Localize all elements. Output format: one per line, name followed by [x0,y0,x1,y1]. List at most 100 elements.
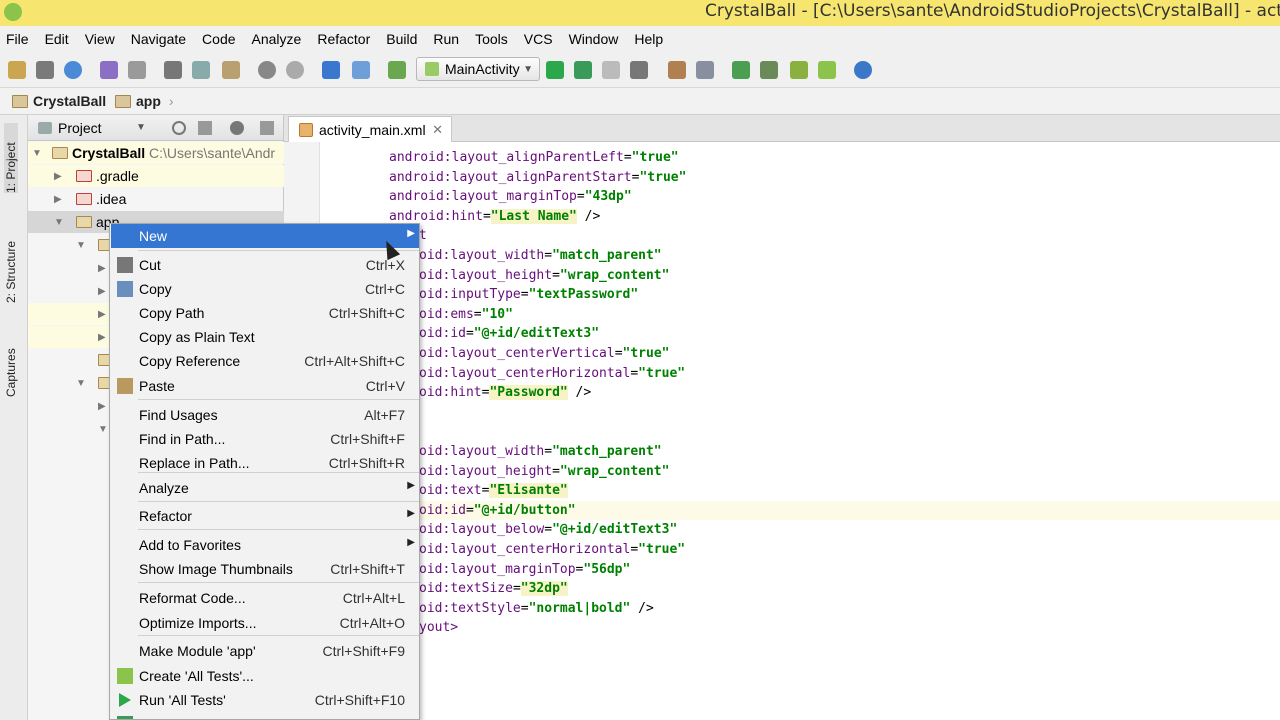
menu-item-replace-in-path[interactable]: Replace in Path... Ctrl+Shift+R [111,451,419,475]
open-folder-icon[interactable] [8,61,26,79]
menu-item-copy-as-plain-text[interactable]: Copy as Plain Text [111,325,419,349]
collapse-all-icon[interactable] [198,121,212,135]
chevron-down-icon[interactable]: ▼ [76,240,86,251]
help-icon[interactable] [854,61,872,79]
menu-item-find-usages[interactable]: Find Usages Alt+F7 [111,403,419,427]
editor: activity_main.xml ✕ android:layout_align… [284,115,1280,720]
chevron-down-icon[interactable]: ▼ [136,122,146,133]
menu-navigate[interactable]: Navigate [123,31,194,47]
menu-separator [138,399,419,400]
menu-item-new[interactable]: New ▶ [111,224,419,248]
run-configuration-select[interactable]: MainActivity ▼ [416,57,540,81]
menu-item-create-all-tests[interactable]: Create 'All Tests'... [111,664,419,688]
avd-manager-icon[interactable] [760,61,778,79]
menu-run[interactable]: Run [425,31,467,47]
tree-item-root[interactable]: ▼ CrystalBall C:\Users\sante\Andr [28,142,284,164]
hide-panel-icon[interactable] [260,121,274,135]
stop-icon[interactable] [630,61,648,79]
menu-window[interactable]: Window [561,31,627,47]
menu-item-copy[interactable]: Copy Ctrl+C [111,277,419,301]
menu-file[interactable]: File [0,31,37,47]
menu-item-add-to-favorites[interactable]: Add to Favorites ▶ [111,533,419,557]
chevron-right-icon[interactable]: ▶ [98,263,106,274]
breadcrumb-project[interactable]: CrystalBall › [12,93,119,109]
folder-icon [76,193,92,205]
sync-icon[interactable] [64,61,82,79]
menu-item-paste[interactable]: Paste Ctrl+V [111,374,419,398]
redo-icon[interactable] [128,61,146,79]
menu-item-shortcut: Ctrl+Shift+R [328,455,405,471]
chevron-down-icon[interactable]: ▼ [54,217,64,228]
menu-item-shortcut: Alt+F7 [364,407,405,423]
menu-item-reformat-code[interactable]: Reformat Code... Ctrl+Alt+L [111,586,419,610]
forward-icon[interactable] [352,61,370,79]
code-line: android:layout_alignParentStart="true" [389,169,687,185]
menu-item-find-in-path[interactable]: Find in Path... Ctrl+Shift+F [111,427,419,451]
chevron-down-icon[interactable]: ▼ [32,148,42,159]
menu-view[interactable]: View [77,31,123,47]
project-structure-icon[interactable] [668,61,686,79]
tab-project[interactable]: 1: Project [4,123,18,193]
idea-label: .idea [96,191,127,207]
menu-tools[interactable]: Tools [467,31,516,47]
gear-icon[interactable] [230,121,244,135]
breadcrumb-module[interactable]: app › [115,93,174,109]
chevron-right-icon[interactable]: ▶ [54,194,62,205]
copy-icon[interactable] [192,61,210,79]
debug-icon[interactable] [574,61,592,79]
menu-item-cut[interactable]: Cut Ctrl+X [111,253,419,277]
tree-item-gradle[interactable]: ▶ .gradle [28,165,284,187]
scroll-from-source-icon[interactable] [172,121,186,135]
project-view-selector[interactable]: Project [58,120,102,136]
run-configuration-label: MainActivity [445,61,520,77]
code-line: oid:layout_width="match_parent" [419,444,662,459]
save-icon[interactable] [36,61,54,79]
find-icon[interactable] [258,61,276,79]
menu-code[interactable]: Code [194,31,243,47]
sdk-manager-icon[interactable] [790,61,808,79]
settings-icon[interactable] [696,61,714,79]
run-icon[interactable] [546,61,564,79]
menu-item-debug-all-tests[interactable]: Debug 'All Tests' [111,712,419,719]
menu-vcs[interactable]: VCS [516,31,561,47]
close-icon[interactable]: ✕ [432,122,443,138]
back-icon[interactable] [322,61,340,79]
menu-item-make-module-app[interactable]: Make Module 'app' Ctrl+Shift+F9 [111,639,419,663]
menu-analyze[interactable]: Analyze [244,31,310,47]
code-line: oid:ems="10" [419,306,513,322]
menu-help[interactable]: Help [626,31,671,47]
code-area[interactable]: android:layout_alignParentLeft="true" and… [320,142,1280,720]
menu-item-analyze[interactable]: Analyze ▶ [111,476,419,500]
menu-edit[interactable]: Edit [37,31,77,47]
code-line: oid:layout_height="wrap_content" [419,267,670,283]
chevron-down-icon[interactable]: ▼ [98,424,108,435]
tree-item-idea[interactable]: ▶ .idea [28,188,284,210]
menu-refactor[interactable]: Refactor [309,31,378,47]
chevron-right-icon[interactable]: ▶ [98,309,106,320]
menu-item-refactor[interactable]: Refactor ▶ [111,504,419,528]
paste-icon[interactable] [222,61,240,79]
sync-gradle-icon[interactable] [732,61,750,79]
tab-captures[interactable]: Captures [4,337,18,397]
attach-debugger-icon[interactable] [602,61,620,79]
chevron-right-icon[interactable]: ▶ [98,401,106,412]
make-project-icon[interactable] [388,61,406,79]
menu-item-copy-path[interactable]: Copy Path Ctrl+Shift+C [111,301,419,325]
menu-item-optimize-imports[interactable]: Optimize Imports... Ctrl+Alt+O [111,611,419,635]
chevron-right-icon[interactable]: ▶ [98,286,106,297]
menu-item-copy-reference[interactable]: Copy Reference Ctrl+Alt+Shift+C [111,349,419,373]
tab-activity-main-xml[interactable]: activity_main.xml ✕ [288,116,452,142]
code-line: t [419,228,427,244]
replace-icon[interactable] [286,61,304,79]
menu-build[interactable]: Build [378,31,425,47]
android-studio-icon [4,3,22,21]
menu-item-show-image-thumbnails[interactable]: Show Image Thumbnails Ctrl+Shift+T [111,557,419,581]
chevron-right-icon[interactable]: ▶ [54,171,62,182]
undo-icon[interactable] [100,61,118,79]
tab-structure[interactable]: 2: Structure [4,223,18,303]
cut-icon[interactable] [164,61,182,79]
chevron-right-icon[interactable]: ▶ [98,332,106,343]
android-device-monitor-icon[interactable] [818,61,836,79]
chevron-down-icon[interactable]: ▼ [76,378,86,389]
menu-item-run-all-tests[interactable]: Run 'All Tests' Ctrl+Shift+F10 [111,688,419,712]
